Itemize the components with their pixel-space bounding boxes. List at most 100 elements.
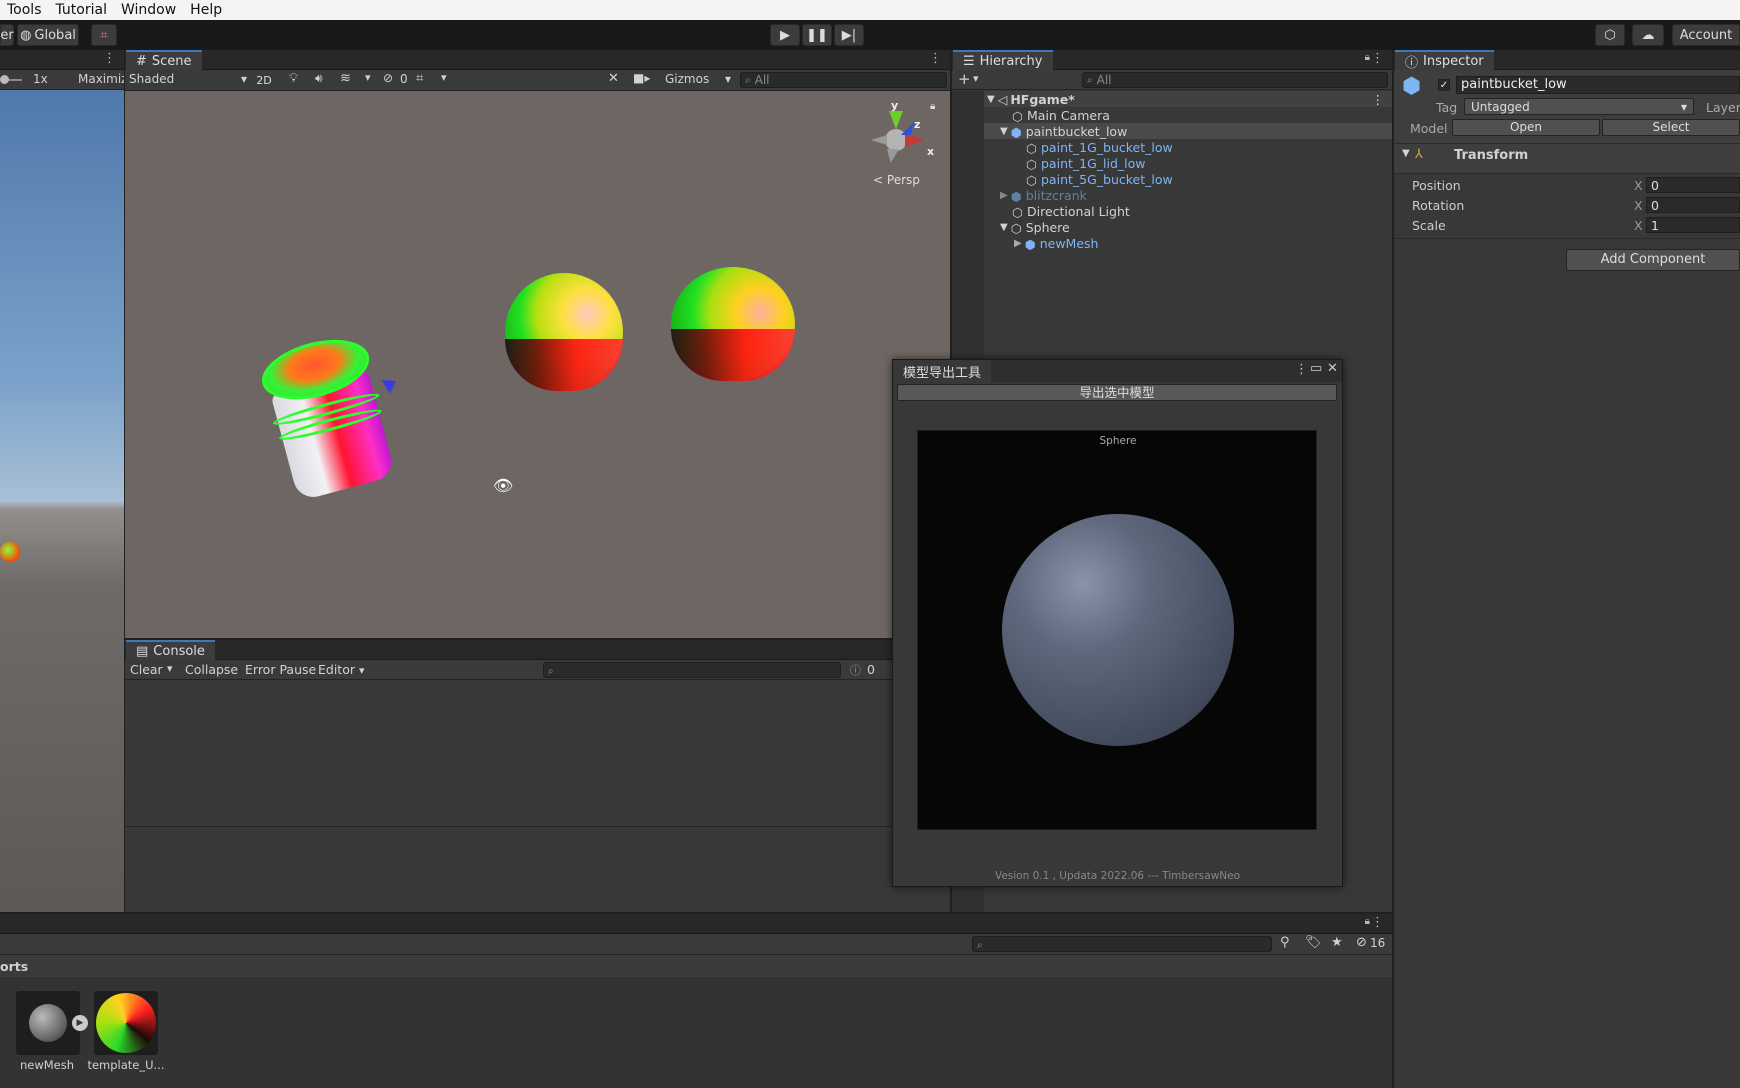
scale-slider-handle[interactable] (0, 75, 9, 84)
export-window-tab[interactable]: 模型导出工具 (893, 360, 992, 382)
tools-icon[interactable]: ✕ (608, 71, 619, 86)
close-icon[interactable]: ✕ (1327, 361, 1338, 376)
chevron-down-icon[interactable]: ▾ (365, 71, 371, 84)
hierarchy-item-directional-light[interactable]: ⬡ Directional Light (984, 203, 1392, 221)
expand-arrow-icon[interactable]: ▶ (1000, 190, 1008, 201)
collab-icon[interactable]: ⬡ (1595, 24, 1625, 46)
persp-toggle[interactable]: < Persp (873, 173, 920, 187)
scene-search-input[interactable]: ⌕ All (740, 72, 947, 88)
menu-tools[interactable]: Tools (0, 2, 49, 18)
tab-scene[interactable]: # Scene (126, 50, 202, 70)
hierarchy-item-main-camera[interactable]: ⬡ Main Camera (984, 107, 1392, 125)
editor-dropdown[interactable]: Editor ▾ (318, 662, 365, 677)
hierarchy-item-paint-1g-bucket[interactable]: ⬡ paint_1G_bucket_low (984, 139, 1392, 157)
filter-by-type-icon[interactable]: ⚲ (1280, 935, 1290, 950)
lock-icon[interactable]: 🔒︎ (930, 101, 935, 112)
expand-arrow-icon[interactable]: ▼ (1402, 148, 1410, 159)
maximize-toggle[interactable]: Maximiz (78, 72, 124, 86)
camera-icon[interactable]: ■▸ (633, 71, 650, 85)
orientation-gizmo[interactable]: y z x (865, 99, 935, 169)
active-checkbox[interactable]: ✓ (1438, 79, 1450, 91)
asset-thumbnail-newmesh[interactable] (16, 991, 80, 1055)
expand-arrow-icon[interactable]: ▶ (1014, 238, 1022, 249)
sphere-object[interactable] (505, 273, 623, 391)
scale-x-field[interactable]: 1 (1646, 217, 1740, 233)
collapse-toggle[interactable]: Collapse (185, 662, 238, 677)
add-icon[interactable]: + (958, 70, 971, 88)
rotation-x-field[interactable]: 0 (1646, 197, 1740, 213)
more-options-icon[interactable]: ⋮ (1295, 362, 1308, 377)
hierarchy-item-sphere[interactable]: ▼ ⬡ Sphere (984, 219, 1392, 237)
sphere-object[interactable] (671, 267, 795, 381)
chevron-down-icon[interactable]: ▾ (441, 71, 447, 84)
menu-help[interactable]: Help (183, 2, 229, 18)
maximize-icon[interactable]: ▭ (1310, 361, 1322, 376)
audio-icon[interactable]: 🔊︎ (315, 71, 323, 86)
expand-arrow-icon[interactable]: ▼ (1000, 222, 1008, 233)
pivot-toggle[interactable]: er (0, 24, 14, 46)
effects-icon[interactable]: ≋ (340, 71, 351, 86)
tag-dropdown[interactable]: Untagged ▾ (1464, 98, 1694, 115)
chevron-down-icon[interactable]: ▾ (973, 72, 979, 85)
axis-neg-y-cone[interactable] (887, 149, 899, 163)
filter-by-label-icon[interactable]: 🏷︎ (1305, 935, 1322, 950)
more-options-icon[interactable]: ⋮ (1372, 92, 1385, 107)
axis-x-cone[interactable] (905, 133, 925, 147)
expand-asset-icon[interactable]: ▶ (72, 1015, 88, 1031)
tab-hierarchy[interactable]: ☰ Hierarchy (953, 50, 1053, 70)
grid-icon[interactable]: ⌗ (416, 71, 423, 86)
paintbucket-object[interactable] (255, 329, 400, 502)
hierarchy-item-paint-1g-lid[interactable]: ⬡ paint_1G_lid_low (984, 155, 1392, 173)
step-button[interactable]: ▶| (834, 24, 864, 46)
axis-y-cone[interactable] (889, 111, 903, 129)
info-count-icon[interactable]: ⓘ (850, 662, 861, 678)
cloud-icon[interactable]: ☁ (1632, 24, 1664, 46)
asset-thumbnail-template[interactable] (94, 991, 158, 1055)
move-handle-z[interactable] (381, 374, 401, 394)
tab-console[interactable]: ▤ Console (126, 640, 215, 660)
select-button[interactable]: Select (1602, 119, 1740, 136)
pause-button[interactable]: ❚❚ (802, 24, 832, 46)
hierarchy-item-blitzcrank[interactable]: ▶ ⬢ blitzcrank (984, 187, 1392, 205)
menu-window[interactable]: Window (114, 2, 183, 18)
more-options-icon[interactable]: ⋮ (103, 51, 116, 66)
more-options-icon[interactable]: ⋮ (1371, 51, 1384, 66)
hidden-packages-icon[interactable]: ⊘ (1356, 935, 1367, 950)
hidden-objects-icon[interactable]: ⊘ (383, 71, 393, 85)
gizmos-dropdown[interactable]: Gizmos ▾ (665, 72, 731, 88)
open-button[interactable]: Open (1452, 119, 1600, 136)
grid-snap-icon[interactable]: ⌗ (91, 24, 117, 46)
breadcrumb-label[interactable]: orts (0, 959, 28, 974)
export-selected-button[interactable]: 导出选中模型 (897, 384, 1337, 401)
console-search-input[interactable]: ⌕ (543, 662, 841, 678)
hierarchy-search-input[interactable]: ⌕ All (1082, 72, 1388, 88)
account-dropdown[interactable]: Account (1672, 24, 1740, 46)
add-component-button[interactable]: Add Component (1566, 249, 1740, 271)
shading-mode-dropdown[interactable]: Shaded ▾ (129, 72, 247, 88)
hierarchy-item-paint-5g-bucket[interactable]: ⬡ paint_5G_bucket_low (984, 171, 1392, 189)
global-toggle[interactable]: ◍ Global (17, 24, 79, 46)
console-log-area[interactable] (125, 681, 950, 827)
error-pause-toggle[interactable]: Error Pause (245, 662, 316, 677)
model-preview[interactable]: Sphere (917, 430, 1317, 830)
expand-arrow-icon[interactable]: ▼ (987, 94, 995, 105)
lock-icon[interactable]: 🔒︎ (1365, 52, 1370, 63)
scene-root-row[interactable]: ▼ ◁ HFgame* ⋮ (984, 91, 1392, 107)
menu-tutorial[interactable]: Tutorial (49, 2, 114, 18)
object-name-field[interactable]: paintbucket_low (1456, 76, 1740, 94)
expand-arrow-icon[interactable]: ▼ (1000, 126, 1008, 137)
lighting-icon[interactable]: 💡︎ (289, 71, 298, 86)
play-button[interactable]: ▶ (770, 24, 800, 46)
tab-inspector[interactable]: ⓘ Inspector (1395, 50, 1494, 71)
chevron-down-icon[interactable]: ▾ (167, 662, 173, 675)
more-options-icon[interactable]: ⋮ (1371, 915, 1384, 930)
2d-toggle[interactable]: 2D (253, 72, 275, 88)
project-search-input[interactable]: ⌕ (972, 936, 1272, 952)
axis-neg-x-cone[interactable] (871, 135, 887, 145)
clear-button[interactable]: Clear (130, 662, 163, 677)
hierarchy-item-newmesh[interactable]: ▶ ⬢ newMesh (984, 235, 1392, 253)
hierarchy-item-paintbucket[interactable]: ▼ ⬢ paintbucket_low (984, 123, 1392, 140)
more-options-icon[interactable]: ⋮ (929, 51, 942, 66)
lock-icon[interactable]: 🔒︎ (1365, 916, 1370, 927)
scene-viewport[interactable]: 👁︎ y z x 🔒︎ < Persp (125, 91, 950, 638)
